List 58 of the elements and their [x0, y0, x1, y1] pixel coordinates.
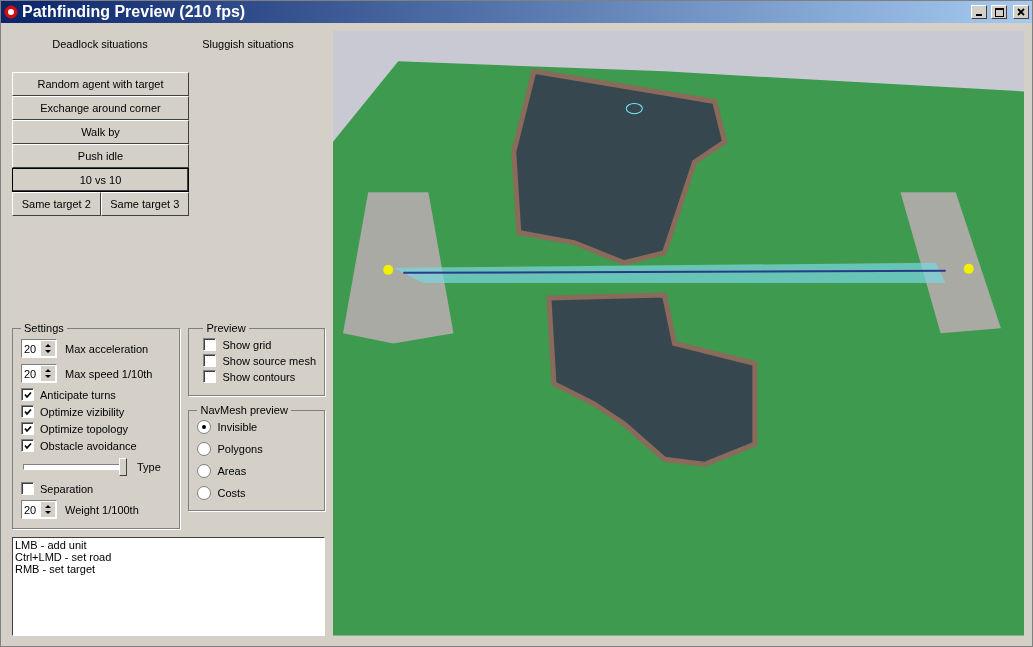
- scenario-button[interactable]: Same target 2: [12, 192, 101, 217]
- checkbox[interactable]: [203, 338, 217, 352]
- group-title: Settings: [23, 322, 65, 335]
- checkbox-label: Obstacle avoidance: [40, 439, 137, 452]
- checkbox-label: Show grid: [222, 338, 272, 351]
- scenario-button[interactable]: 10 vs 10: [12, 168, 189, 193]
- scenario-button[interactable]: Push idle: [12, 144, 189, 169]
- radio-label: Costs: [217, 487, 246, 500]
- group-title: Preview: [205, 322, 247, 335]
- checkbox-label: Optimize topology: [40, 422, 129, 435]
- scenario-button[interactable]: Exchange around corner: [12, 96, 189, 121]
- minimize-button[interactable]: [971, 5, 987, 20]
- checkbox[interactable]: [21, 439, 34, 453]
- radio-label: Polygons: [217, 443, 263, 456]
- maximize-icon: [994, 7, 1004, 17]
- radio-button[interactable]: [197, 442, 212, 457]
- slider[interactable]: [23, 458, 127, 477]
- checkbox[interactable]: [21, 405, 34, 419]
- spin-arrows-icon[interactable]: [41, 341, 55, 357]
- checkbox-label: Anticipate turns: [40, 388, 116, 401]
- number-spinner[interactable]: 20: [21, 364, 57, 384]
- scenario-button[interactable]: Random agent with target: [12, 72, 189, 97]
- number-spinner[interactable]: 20: [21, 339, 57, 359]
- spin-arrows-icon[interactable]: [41, 366, 55, 382]
- scenario-button[interactable]: Walk by: [12, 120, 189, 145]
- section-heading: Deadlock situations: [51, 38, 149, 53]
- radio-button[interactable]: [197, 486, 212, 501]
- app-icon: [4, 5, 18, 20]
- group-title: NavMesh preview: [199, 404, 289, 417]
- scenario-button[interactable]: Same target 3: [100, 192, 189, 217]
- spinner-label: Max acceleration: [65, 342, 149, 355]
- radio-label: Areas: [217, 465, 247, 478]
- checkbox[interactable]: [21, 422, 34, 436]
- radio-button[interactable]: [197, 420, 212, 435]
- window-title: Pathfinding Preview (210 fps): [22, 3, 247, 22]
- close-button[interactable]: [1013, 5, 1029, 20]
- slider-label: Type: [137, 461, 161, 474]
- spin-arrows-icon[interactable]: [41, 502, 55, 518]
- maximize-button[interactable]: [991, 5, 1007, 20]
- help-line: Ctrl+LMD - set road: [15, 551, 113, 564]
- radio-label: Invisible: [217, 421, 258, 434]
- checkbox-label: Optimize vizibility: [40, 405, 125, 418]
- checkbox[interactable]: [21, 388, 34, 402]
- help-line: RMB - set target: [15, 563, 97, 576]
- checkbox-label: Separation: [40, 482, 94, 495]
- help-line: LMB - add unit: [15, 539, 88, 552]
- spinner-label: Weight 1/100th: [65, 503, 139, 516]
- number-spinner[interactable]: 20: [21, 500, 57, 520]
- spinner-label: Max speed 1/10th: [65, 367, 153, 380]
- checkbox[interactable]: [21, 482, 34, 496]
- checkbox-label: Show source mesh: [222, 354, 316, 367]
- radio-button[interactable]: [197, 464, 212, 479]
- section-heading: Sluggish situations: [201, 38, 295, 53]
- slider-thumb[interactable]: [119, 458, 127, 477]
- checkbox-label: Show contours: [222, 370, 296, 383]
- checkbox[interactable]: [203, 370, 217, 384]
- checkbox[interactable]: [203, 354, 217, 368]
- close-icon: [1017, 8, 1025, 17]
